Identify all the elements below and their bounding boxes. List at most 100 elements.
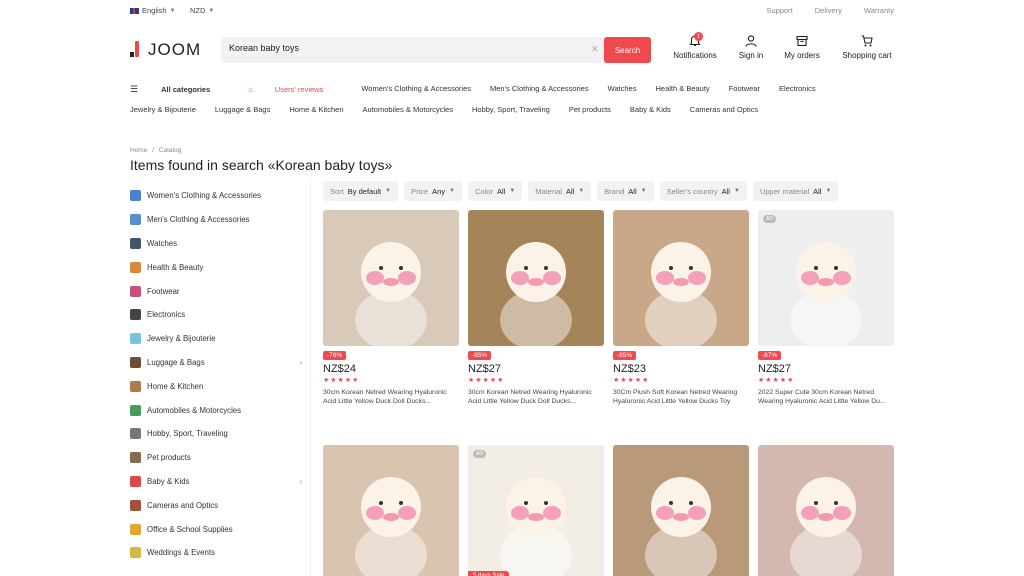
nav-item-baby-kids[interactable]: Baby & Kids: [630, 105, 671, 114]
rating-stars: ★★★★★: [758, 377, 795, 384]
product-card[interactable]: -76% NZ$24 ★★★★★ 30cm Korean Netred Wearing…: [323, 210, 459, 406]
nav-item-home-kitchen[interactable]: Home & Kitchen: [289, 105, 343, 114]
nav-item-mens-clothing[interactable]: Men's Clothing & Accessories: [490, 84, 589, 95]
sidebar-item[interactable]: Hobby, Sport, Traveling: [130, 422, 310, 446]
sidebar-item[interactable]: Pet products: [130, 446, 310, 470]
nav-item-hobby[interactable]: Hobby, Sport, Traveling: [472, 105, 550, 114]
notifications-button[interactable]: 1 Notifications: [670, 32, 720, 60]
shopping-cart-button[interactable]: Shopping cart: [838, 34, 896, 60]
product-image[interactable]: [323, 210, 459, 346]
search-bar: ✕ Search: [221, 37, 651, 63]
camera-icon: [130, 499, 141, 511]
product-price: NZ$27: [758, 363, 792, 375]
product-name[interactable]: 30Cm Plush Soft Korean Netred Wearing Hy…: [613, 388, 749, 406]
chevron-down-icon: ▼: [825, 188, 832, 194]
product-name[interactable]: 2022 Super Cute 30cm Korean Netred Weari…: [758, 388, 894, 406]
sidebar-item[interactable]: Luggage & Bags ›: [130, 351, 310, 375]
nav-item-electronics[interactable]: Electronics: [779, 84, 816, 95]
sidebar-item[interactable]: Health & Beauty: [130, 255, 310, 279]
nav-item-jewelry[interactable]: Jewelry & Bijouterie: [130, 105, 196, 114]
users-reviews-label: Users' reviews: [274, 85, 324, 94]
filter-dropdown[interactable]: Brand All ▼: [597, 181, 654, 201]
search-input[interactable]: [229, 43, 579, 53]
sidebar-item[interactable]: Office & School Supplies: [130, 517, 310, 541]
clear-icon[interactable]: ✕: [591, 44, 599, 55]
sidebar-item-label: Hobby, Sport, Traveling: [147, 429, 228, 439]
filter-dropdown[interactable]: Price Any ▼: [404, 181, 463, 201]
sidebar-item[interactable]: Cameras and Optics: [130, 493, 310, 517]
sidebar-item[interactable]: Automobiles & Motorcycles: [130, 398, 310, 422]
nav-item-womens-clothing[interactable]: Women's Clothing & Accessories: [361, 84, 471, 95]
nav-item-health-beauty[interactable]: Health & Beauty: [655, 84, 709, 95]
breadcrumb-home[interactable]: Home: [130, 147, 147, 154]
nav-item-cameras[interactable]: Cameras and Optics: [690, 105, 758, 114]
nav-item-footwear[interactable]: Footwear: [729, 84, 760, 95]
product-card[interactable]: -85% NZ$27 ★★★★★ 30cm Korean Netred Wearing…: [468, 210, 604, 406]
sidebar-item-label: Automobiles & Motorcycles: [147, 405, 242, 415]
sidebar-item[interactable]: Electronics: [130, 303, 310, 327]
product-image[interactable]: AD 5 days Sale: [468, 445, 604, 576]
product-card[interactable]: [758, 445, 894, 576]
product-card[interactable]: [323, 445, 459, 576]
filter-value: All: [497, 186, 506, 196]
top-links: Support Delivery Warranty: [766, 6, 894, 15]
nav-item-pet-products[interactable]: Pet products: [569, 105, 611, 114]
product-card[interactable]: [613, 445, 749, 576]
language-label: English: [142, 6, 167, 15]
product-image[interactable]: AD: [758, 210, 894, 346]
my-orders-label: My orders: [784, 51, 820, 60]
users-reviews-link[interactable]: ⌂ Users' reviews: [248, 84, 342, 95]
product-image[interactable]: [613, 445, 749, 576]
search-button[interactable]: Search: [604, 37, 651, 63]
warranty-link[interactable]: Warranty: [864, 6, 894, 15]
rating-stars: ★★★★★: [323, 377, 360, 384]
sidebar-item[interactable]: Watches: [130, 232, 310, 256]
joom-logo[interactable]: JOOM: [130, 40, 201, 60]
filter-label: Upper material: [759, 186, 810, 196]
my-orders-button[interactable]: My orders: [780, 34, 824, 60]
product-card[interactable]: -85% NZ$23 ★★★★★ 30Cm Plush Soft Korean Net…: [613, 210, 749, 406]
filter-dropdown[interactable]: Seller's country All ▼: [659, 181, 747, 201]
filter-dropdown[interactable]: Color All ▼: [468, 181, 523, 201]
sidebar-item[interactable]: Footwear: [130, 279, 310, 303]
page-title: Items found in search «Korean baby toys»: [130, 157, 393, 173]
support-link[interactable]: Support: [766, 6, 792, 15]
discount-badge: -85%: [468, 351, 492, 360]
nav-item-watches[interactable]: Watches: [608, 84, 637, 95]
rating-stars: ★★★★★: [613, 377, 650, 384]
currency-selector[interactable]: NZD ▼: [190, 6, 214, 15]
nav-item-luggage[interactable]: Luggage & Bags: [215, 105, 270, 114]
product-image[interactable]: [468, 210, 604, 346]
all-categories-button[interactable]: ☰ All categories: [130, 84, 229, 95]
nav-item-automobiles[interactable]: Automobiles & Motorcycles: [363, 105, 453, 114]
shoe-icon: [130, 285, 141, 297]
language-selector[interactable]: English ▼: [130, 6, 176, 15]
sidebar-item[interactable]: Baby & Kids ›: [130, 470, 310, 494]
sidebar-item[interactable]: Weddings & Events: [130, 541, 310, 565]
product-image[interactable]: [323, 445, 459, 576]
sidebar-item[interactable]: Jewelry & Bijouterie: [130, 327, 310, 351]
filter-dropdown[interactable]: Material All ▼: [528, 181, 592, 201]
sidebar-item-label: Watches: [147, 238, 178, 248]
chevron-down-icon: ▼: [208, 7, 215, 14]
category-sidebar: Women's Clothing & Accessories Men's Clot…: [130, 184, 310, 565]
sidebar-item[interactable]: Men's Clothing & Accessories: [130, 208, 310, 232]
filter-dropdown[interactable]: Upper material All ▼: [752, 181, 839, 201]
sidebar-item[interactable]: Home & Kitchen: [130, 374, 310, 398]
product-image[interactable]: [758, 445, 894, 576]
chevron-right-icon: ›: [299, 476, 302, 486]
filter-dropdown[interactable]: Sort By default ▼: [323, 181, 399, 201]
box-icon: [796, 35, 808, 47]
product-name[interactable]: 30cm Korean Netred Wearing Hyaluronic Ac…: [468, 388, 604, 406]
product-name[interactable]: 30cm Korean Netred Wearing Hyaluronic Ac…: [323, 388, 459, 406]
breadcrumb-catalog[interactable]: Catalog: [159, 147, 181, 154]
sidebar-item-label: Footwear: [147, 286, 180, 296]
sign-in-button[interactable]: Sign in: [734, 34, 768, 60]
dress-icon: [130, 190, 141, 202]
headphones-icon: [130, 309, 141, 321]
product-card[interactable]: AD 5 days Sale: [468, 445, 604, 576]
sidebar-item[interactable]: Women's Clothing & Accessories: [130, 184, 310, 208]
product-card[interactable]: AD -87% NZ$27 ★★★★★ 2022 Super Cute 30cm Kor…: [758, 210, 894, 406]
delivery-link[interactable]: Delivery: [815, 6, 842, 15]
product-image[interactable]: [613, 210, 749, 346]
